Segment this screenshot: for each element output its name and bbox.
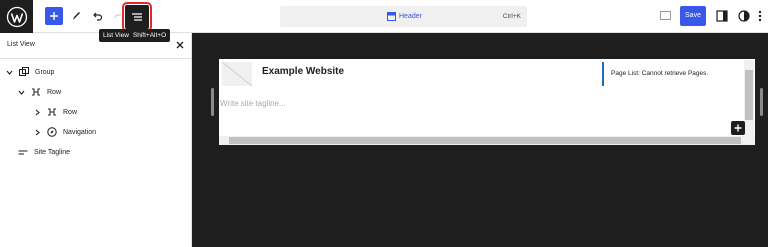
undo-button[interactable]: [89, 8, 105, 24]
list-item-row[interactable]: Row: [18, 85, 61, 99]
horizontal-scrollbar[interactable]: [219, 136, 755, 145]
list-item-label: Group: [35, 68, 55, 76]
plus-icon: [734, 124, 742, 132]
site-logo-placeholder[interactable]: [221, 61, 253, 87]
device-preview-button[interactable]: [660, 11, 671, 20]
row-icon: [48, 108, 56, 116]
page-list-notice: Page List: Cannot retrieve Pages.: [602, 62, 708, 86]
undo-icon: [93, 12, 103, 21]
wordpress-icon: [6, 6, 27, 27]
vertical-ellipsis-icon: [758, 10, 762, 22]
command-shortcut: Ctrl+K: [502, 13, 521, 20]
scrollbar-thumb[interactable]: [229, 137, 741, 144]
document-title: Header: [399, 13, 422, 20]
row-icon: [32, 88, 40, 96]
navigation-icon: [47, 127, 57, 137]
styles-button[interactable]: [738, 10, 750, 22]
document-bar[interactable]: Header Ctrl+K: [280, 6, 527, 27]
close-icon[interactable]: [175, 40, 185, 50]
settings-button[interactable]: [716, 10, 728, 22]
vertical-scrollbar[interactable]: [744, 60, 754, 137]
wordpress-logo[interactable]: [0, 0, 33, 33]
list-item-label: Navigation: [63, 128, 97, 136]
sidebar-icon: [716, 10, 728, 22]
chevron-down-icon[interactable]: [6, 69, 13, 76]
list-item-group[interactable]: Group: [6, 65, 54, 79]
panel-title: List View: [7, 41, 35, 48]
resize-handle-right[interactable]: [760, 88, 763, 116]
redo-icon: [114, 14, 121, 19]
group-icon: [19, 67, 29, 76]
plus-icon: [50, 12, 58, 20]
half-circle-icon: [738, 10, 750, 22]
chevron-right-icon[interactable]: [34, 129, 41, 136]
save-button[interactable]: Save: [680, 6, 706, 26]
list-view-panel: List View Group Row Row Navigation Site …: [0, 33, 192, 247]
image-placeholder-icon: [221, 61, 253, 87]
pencil-icon: [73, 12, 80, 20]
list-view-icon: [132, 13, 142, 21]
redo-button[interactable]: [111, 8, 125, 24]
site-tagline-field[interactable]: Write site tagline...: [220, 99, 286, 108]
tooltip-shortcut: Shift+Alt+O: [132, 32, 167, 39]
resize-handle-left[interactable]: [211, 88, 214, 116]
scrollbar-thumb[interactable]: [745, 70, 753, 120]
tooltip-label: List View: [103, 32, 129, 39]
tagline-icon: [18, 150, 28, 155]
list-item-label: Row: [63, 108, 78, 116]
list-view-button[interactable]: [122, 2, 152, 32]
list-item-label: Row: [47, 88, 62, 96]
list-item-label: Site Tagline: [34, 148, 71, 156]
chevron-down-icon[interactable]: [18, 89, 25, 96]
block-inserter-button[interactable]: [731, 121, 745, 135]
list-view-tooltip: List View Shift+Alt+O: [99, 29, 171, 42]
site-title[interactable]: Example Website: [262, 66, 344, 77]
options-button[interactable]: [757, 9, 763, 23]
chevron-right-icon[interactable]: [34, 109, 41, 116]
desktop-icon: [660, 11, 671, 20]
template-part-icon: [387, 12, 396, 21]
list-item-site-tagline[interactable]: Site Tagline: [18, 145, 70, 159]
list-item-navigation[interactable]: Navigation: [34, 125, 96, 139]
tools-button[interactable]: [68, 8, 84, 24]
add-block-button[interactable]: [45, 7, 63, 25]
list-item-row[interactable]: Row: [34, 105, 77, 119]
